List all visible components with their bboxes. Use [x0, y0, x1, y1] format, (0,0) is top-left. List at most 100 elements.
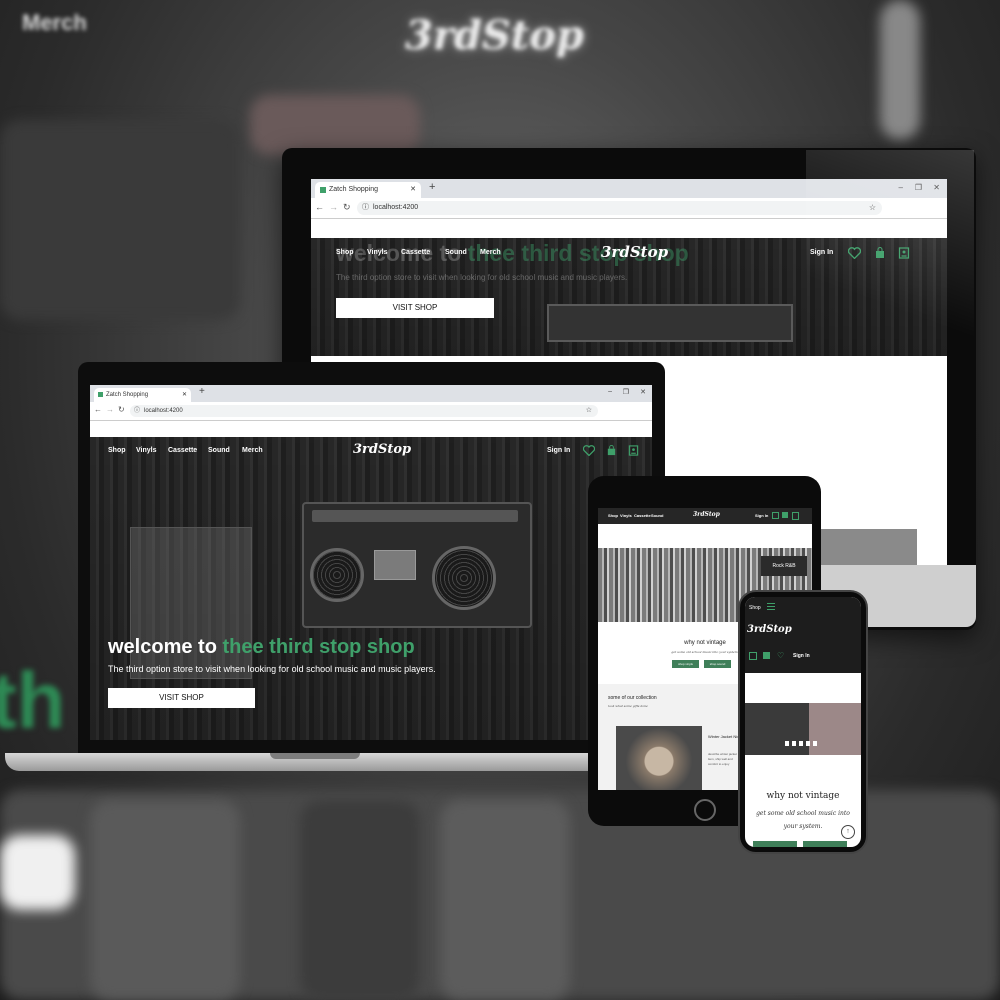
browser-tab-strip: Zatch Shopping ✕ + – ❐ ✕: [90, 385, 652, 402]
laptop-screen: Zatch Shopping ✕ + – ❐ ✕ ← → ↻ ⓘ localho…: [90, 385, 652, 740]
scroll-top-icon[interactable]: ↑: [841, 825, 855, 839]
collection-title: some of our collection: [608, 695, 657, 701]
tablet-white-band: [598, 524, 812, 550]
info-icon: ⓘ: [362, 204, 369, 211]
bookmark-star-icon[interactable]: ☆: [586, 405, 592, 417]
laptop-notch: [270, 753, 360, 759]
shopping-bag-icon[interactable]: [606, 445, 617, 456]
heart-icon[interactable]: ♡: [777, 652, 784, 660]
store-sign: Rock R&B: [761, 556, 807, 576]
nav-cassette[interactable]: Cassette: [401, 249, 430, 256]
monitor-glare: [806, 150, 974, 560]
site-navbar: Shop Vinyls Cassette Sound Merch 3rdStop…: [90, 437, 652, 465]
browser-tab[interactable]: Zatch Shopping ✕: [94, 388, 191, 402]
back-icon[interactable]: ←: [315, 202, 324, 212]
laptop-hero: welcome to thee third stop shop The thir…: [90, 437, 652, 740]
favicon-icon: [320, 187, 326, 193]
hero-title-green: thee third stop shop: [222, 636, 415, 658]
user-icon[interactable]: [749, 652, 757, 660]
boombox-image: [547, 304, 793, 342]
shopping-bag-icon[interactable]: [782, 512, 788, 518]
tab-title: Zatch Shopping: [106, 392, 149, 398]
shop-sound-button[interactable]: shop sound: [704, 660, 731, 668]
tab-title: Zatch Shopping: [329, 186, 379, 193]
reload-icon[interactable]: ↻: [343, 202, 351, 213]
nav-vinyls[interactable]: Vinyls: [367, 249, 388, 256]
background-partial-text: th: [0, 656, 66, 745]
visit-shop-button[interactable]: VISIT SHOP: [336, 298, 494, 318]
visit-shop-button[interactable]: VISIT SHOP: [108, 688, 255, 708]
heart-icon[interactable]: [772, 512, 779, 519]
close-window-button[interactable]: ✕: [640, 388, 646, 396]
info-icon: ⓘ: [134, 408, 141, 414]
nav-cassette[interactable]: Cassette: [634, 513, 651, 518]
url-text: localhost:4200: [373, 204, 419, 211]
phone-why-subtitle: get some old school music into your syst…: [756, 810, 850, 830]
hero-title: welcome to thee third stop shop: [108, 636, 415, 659]
nav-shop[interactable]: Shop: [108, 447, 126, 454]
boombox-handle: [312, 510, 518, 522]
phone-header: [745, 597, 861, 673]
sign-in-link[interactable]: Sign In: [755, 513, 768, 518]
carousel-dots[interactable]: [785, 741, 819, 746]
cassette-deck: [374, 550, 416, 580]
tab-close-icon[interactable]: ✕: [410, 182, 416, 198]
heart-icon[interactable]: [583, 445, 595, 456]
phone-why-title: why not vintage: [766, 791, 840, 801]
site-navbar: Shop Vinyls Cassette Sound 3rdStop Sign …: [598, 508, 812, 524]
product-description: describe winter jacket item, ship well a…: [708, 752, 737, 766]
nav-merch[interactable]: Merch: [480, 249, 501, 256]
browser-tab[interactable]: Zatch Shopping ✕: [315, 182, 421, 198]
nav-sound[interactable]: Sound: [651, 513, 663, 518]
nav-merch[interactable]: Merch: [242, 447, 263, 454]
back-icon[interactable]: ←: [94, 405, 102, 414]
favicon-icon: [98, 392, 103, 397]
phone-logo[interactable]: 3rdStop: [747, 624, 792, 635]
new-tab-button[interactable]: +: [199, 386, 205, 397]
browser-toolbar: ← → ↻ ⓘ localhost:4200 ☆: [90, 402, 652, 421]
phone-white-band: [745, 673, 861, 703]
shop-vinyls-button[interactable]: shop vinyls: [672, 660, 699, 668]
nav-sound[interactable]: Sound: [445, 249, 467, 256]
account-book-icon[interactable]: [628, 445, 639, 456]
phone-shop-vinyls-button[interactable]: [753, 841, 797, 847]
minimize-button[interactable]: –: [608, 388, 612, 395]
hero-title-white: welcome to: [108, 636, 223, 658]
hamburger-menu-icon[interactable]: [767, 603, 775, 610]
phone-carousel-image: [745, 703, 861, 755]
phone-shop-link[interactable]: Shop: [749, 605, 761, 611]
new-tab-button[interactable]: +: [429, 181, 435, 193]
speaker-left: [310, 548, 364, 602]
tab-close-icon[interactable]: ✕: [182, 388, 187, 402]
nav-shop[interactable]: Shop: [608, 513, 618, 518]
site-logo[interactable]: 3rdStop: [601, 243, 668, 261]
address-bar[interactable]: ⓘ localhost:4200 ☆: [130, 405, 598, 417]
maximize-button[interactable]: ❐: [623, 388, 629, 396]
phone-sign-in[interactable]: Sign In: [793, 653, 810, 659]
account-book-icon[interactable]: [792, 512, 799, 520]
site-logo[interactable]: 3rdStop: [353, 442, 411, 457]
nav-vinyls[interactable]: Vinyls: [620, 513, 632, 518]
speaker-right: [432, 546, 496, 610]
address-bar[interactable]: ⓘ localhost:4200 ☆: [357, 201, 882, 215]
site-logo[interactable]: 3rdStop: [693, 511, 720, 518]
background-logo-text: 3rdStop: [405, 12, 584, 59]
reload-icon[interactable]: ↻: [118, 405, 125, 414]
nav-sound[interactable]: Sound: [208, 447, 230, 454]
phone-screen: Shop 3rdStop ♡ Sign In why not vintage g…: [745, 597, 861, 847]
shopping-bag-icon[interactable]: [763, 652, 770, 659]
url-text: localhost:4200: [144, 408, 183, 414]
forward-icon[interactable]: →: [106, 405, 114, 414]
sign-in-link[interactable]: Sign In: [547, 447, 570, 454]
nav-shop[interactable]: Shop: [336, 249, 354, 256]
forward-icon[interactable]: →: [329, 202, 338, 212]
nav-vinyls[interactable]: Vinyls: [136, 447, 157, 454]
hero-subtitle: The third option store to visit when loo…: [336, 273, 628, 282]
nav-cassette[interactable]: Cassette: [168, 447, 197, 454]
product-image[interactable]: [616, 726, 702, 790]
phone-shop-sound-button[interactable]: [803, 841, 847, 847]
tablet-home-button[interactable]: [694, 799, 716, 821]
boombox-image: [302, 502, 532, 628]
background-merch-text: Merch: [22, 10, 87, 35]
collection-subtitle: look what some gifts done: [608, 704, 648, 708]
